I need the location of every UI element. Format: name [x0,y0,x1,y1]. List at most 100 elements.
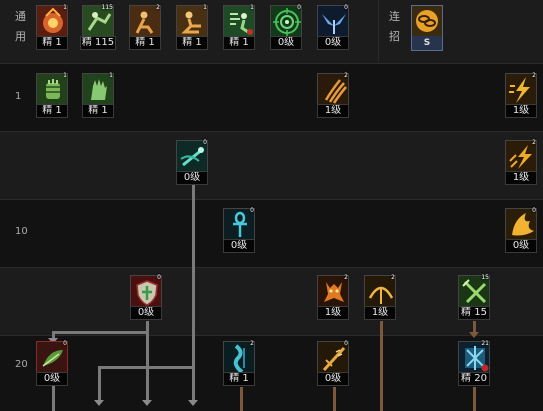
skill-level-number: 1 [63,4,67,11]
prereq-line [98,366,195,369]
general-skill-target-lock[interactable]: 0 0级 [270,4,302,51]
skill-level-number: 0 [532,207,536,214]
skill-badge: 精 1 [129,36,161,50]
skill-badge: 0级 [270,36,302,50]
general-skill-escape-dash[interactable]: 1 精 1 [223,4,255,51]
skill-level-number: 0 [63,340,67,347]
row-separator [0,267,543,268]
prereq-line [380,321,383,411]
general-skill-flame-fist[interactable]: 1 精 1 [36,4,68,51]
combo-label-char: 连 [389,10,400,23]
tree-skill-lightning-strike[interactable]: 2 1级 [505,72,537,119]
skill-level-number: 0 [344,4,348,11]
tree-skill-claw-slash[interactable]: 2 1级 [317,72,349,119]
skill-badge: 精 15 [458,306,490,320]
tree-skill-frost-sigil[interactable]: 21 精 20 [458,340,490,387]
row-separator [0,335,543,336]
tree-skill-demon-summon[interactable]: 2 1级 [317,274,349,321]
row-separator [0,199,543,200]
combo-badge: S [423,38,431,48]
skill-level-number: 1 [250,4,254,11]
combo-slot[interactable]: S [411,5,443,51]
tree-skill-energy-burst[interactable]: 2 1级 [505,139,537,186]
general-skill-winged-buff[interactable]: 0 0级 [317,4,349,51]
skill-level-number: 2 [344,72,348,79]
prereq-line [98,366,101,403]
prereq-line [240,387,243,411]
skill-level-number: 0 [157,274,161,281]
tree-skill-water-pillar[interactable]: 2 精 1 [223,340,255,387]
tree-skill-bow-arc[interactable]: 2 1级 [364,274,396,321]
prereq-line [333,387,336,411]
skill-level-number: 15 [481,274,489,281]
skill-level-number: 2 [156,4,160,11]
skill-level-number: 2 [532,72,536,79]
skill-badge: 0级 [317,372,349,386]
header-divider [378,0,379,62]
row-band-2 [0,131,543,199]
skill-level-number: 2 [532,139,536,146]
skill-level-number: 0 [344,340,348,347]
general-skill-sitting-meditation[interactable]: 1 精 1 [176,4,208,51]
tree-skill-leaf-boot[interactable]: 0 0级 [36,340,68,387]
tree-skill-green-gauntlet[interactable]: 1 精 1 [36,72,68,119]
skill-badge: 精 20 [458,372,490,386]
skill-badge: 1级 [317,104,349,118]
skill-badge: 1级 [364,306,396,320]
skill-badge: 精 1 [36,104,68,118]
skill-badge: 精 1 [223,372,255,386]
skill-level-number: 1 [203,4,207,11]
level-label-20: 20 [15,359,28,370]
skill-frame [412,6,442,36]
prereq-line [52,331,149,334]
skill-badge: 0级 [176,171,208,185]
tree-skill-spirit-kick[interactable]: 0 0级 [176,139,208,186]
skill-badge: 1级 [505,171,537,185]
skill-level-number: 2 [391,274,395,281]
skill-level-number: 0 [297,4,301,11]
prereq-line [192,185,195,403]
skill-badge: 0级 [317,36,349,50]
skill-badge: 精 1 [36,36,68,50]
tree-skill-shield[interactable]: 0 0级 [130,274,162,321]
skill-badge: 0级 [505,239,537,253]
combo-chain-icon [416,10,438,32]
skill-badge: 精 115 [80,36,116,50]
skill-badge: 精 1 [176,36,208,50]
skill-level-number: 115 [101,4,113,11]
skill-badge: 0级 [223,239,255,253]
prereq-line [473,387,476,411]
row-separator [0,131,543,132]
level-label-10: 10 [15,226,28,237]
skill-badge: 0级 [36,372,68,386]
tree-skill-golden-wings[interactable]: 0 0级 [505,207,537,254]
general-skill-leaping-kick[interactable]: 115 精 115 [80,4,116,51]
prereq-arrow [94,400,104,406]
skill-level-number: 2 [344,274,348,281]
general-skill-crouch-stance[interactable]: 2 精 1 [129,4,161,51]
combo-label-char: 招 [389,30,400,43]
tree-skill-green-palm[interactable]: 1 精 1 [82,72,114,119]
skill-level-number: 2 [250,340,254,347]
skill-badge: 精 1 [223,36,255,50]
tree-skill-rising-sword[interactable]: 0 0级 [317,340,349,387]
skill-level-number: 21 [481,340,489,347]
row-band-3 [0,199,543,267]
general-label-char: 用 [15,30,26,43]
skill-badge: 1级 [505,104,537,118]
prereq-arrow [142,400,152,406]
skill-badge: 0级 [130,306,162,320]
skill-level-number: 0 [203,139,207,146]
tree-skill-ankh[interactable]: 0 0级 [223,207,255,254]
skill-badge: 精 1 [82,104,114,118]
tree-skill-crossed-blades[interactable]: 15 精 15 [458,274,490,321]
skill-badge: 1级 [317,306,349,320]
general-label: 通 用 [15,10,26,44]
level-label-1: 1 [15,91,22,102]
general-label-char: 通 [15,10,26,23]
prereq-arrow [469,332,479,338]
prereq-line [52,385,55,411]
combo-label: 连 招 [389,10,400,44]
skill-level-number: 1 [109,72,113,79]
prereq-arrow [188,400,198,406]
